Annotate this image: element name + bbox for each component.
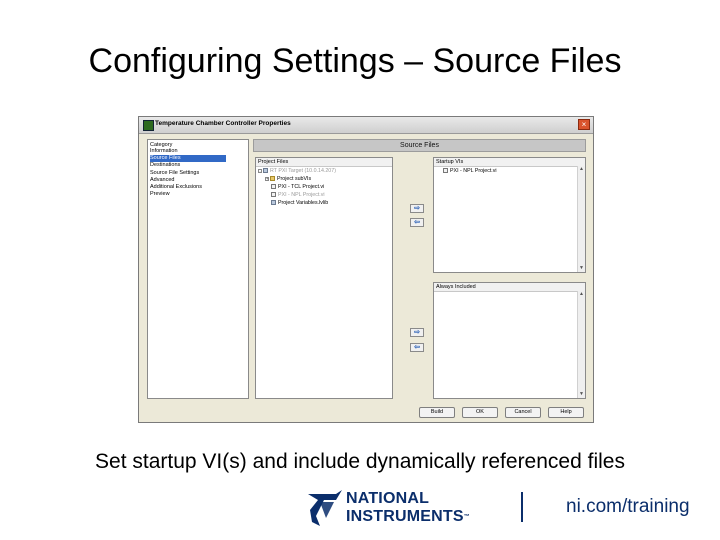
vi-icon: [443, 168, 448, 174]
footer-url[interactable]: ni.com/training: [566, 496, 690, 518]
add-always-included-button[interactable]: ⇨: [410, 328, 424, 337]
ni-wordmark: NATIONAL INSTRUMENTS™: [346, 490, 470, 525]
always-included-label: Always Included: [434, 283, 585, 292]
category-additional-exclusions[interactable]: Additional Exclusions: [148, 184, 248, 191]
category-information[interactable]: Information: [148, 148, 248, 155]
app-icon: [143, 120, 154, 131]
vi-icon: [271, 184, 276, 190]
folder-icon: [270, 176, 275, 182]
ok-button[interactable]: OK: [462, 407, 498, 418]
library-icon: [271, 200, 276, 206]
tree-item-target[interactable]: - RT PXI Target (10.0.14.207): [256, 167, 392, 175]
tree-item-variables-lib[interactable]: Project Variables.lvlib: [256, 199, 392, 207]
ni-eagle-icon: [308, 490, 342, 526]
category-preview[interactable]: Preview: [148, 191, 248, 198]
category-source-files[interactable]: Source Files: [150, 155, 226, 163]
ni-logo: NATIONAL INSTRUMENTS™: [306, 488, 482, 530]
properties-dialog: Temperature Chamber Controller Propertie…: [138, 116, 594, 423]
tree-item-tcl-vi[interactable]: PXI - TCL Project.vi: [256, 183, 392, 191]
scroll-down-icon[interactable]: ▼: [578, 265, 585, 272]
dialog-title: Temperature Chamber Controller Propertie…: [155, 120, 291, 127]
category-destinations[interactable]: Destinations: [148, 162, 248, 169]
category-source-file-settings[interactable]: Source File Settings: [148, 170, 248, 177]
dialog-titlebar: Temperature Chamber Controller Propertie…: [139, 117, 593, 134]
scroll-down-icon[interactable]: ▼: [578, 391, 585, 398]
expand-icon[interactable]: +: [265, 176, 269, 181]
remove-always-included-button[interactable]: ⇦: [410, 343, 424, 352]
vi-icon: [271, 192, 276, 198]
close-icon[interactable]: ×: [578, 119, 590, 130]
section-header: Source Files: [253, 139, 586, 152]
category-label: Category: [150, 142, 173, 148]
always-included-scrollbar[interactable]: ▲ ▼: [577, 291, 585, 398]
add-startup-button[interactable]: ⇨: [410, 204, 424, 213]
startup-item[interactable]: PXI - NPL Project.vi: [434, 167, 585, 175]
startup-vis-label: Startup VIs: [434, 158, 585, 167]
category-advanced[interactable]: Advanced: [148, 177, 248, 184]
tree-item-npl-vi[interactable]: PXI - NPL Project.vi: [256, 191, 392, 199]
footer-divider: [521, 492, 523, 522]
project-files-tree[interactable]: Project Files - RT PXI Target (10.0.14.20…: [255, 157, 393, 399]
scroll-up-icon[interactable]: ▲: [578, 166, 585, 173]
remove-startup-button[interactable]: ⇦: [410, 218, 424, 227]
build-button[interactable]: Build: [419, 407, 455, 418]
slide-caption: Set startup VI(s) and include dynamicall…: [95, 450, 625, 473]
collapse-icon[interactable]: -: [258, 168, 262, 173]
scroll-up-icon[interactable]: ▲: [578, 291, 585, 298]
startup-scrollbar[interactable]: ▲ ▼: [577, 166, 585, 272]
target-icon: [263, 168, 268, 174]
cancel-button[interactable]: Cancel: [505, 407, 541, 418]
always-included-list[interactable]: Always Included ▲ ▼: [433, 282, 586, 399]
slide-title: Configuring Settings – Source Files: [88, 42, 622, 80]
help-button[interactable]: Help: [548, 407, 584, 418]
project-files-label: Project Files: [256, 158, 392, 167]
startup-vis-list[interactable]: Startup VIs PXI - NPL Project.vi ▲ ▼: [433, 157, 586, 273]
tree-item-subvis[interactable]: + Project subVIs: [256, 175, 392, 183]
category-list[interactable]: Category Information Source Files Destin…: [147, 139, 249, 399]
